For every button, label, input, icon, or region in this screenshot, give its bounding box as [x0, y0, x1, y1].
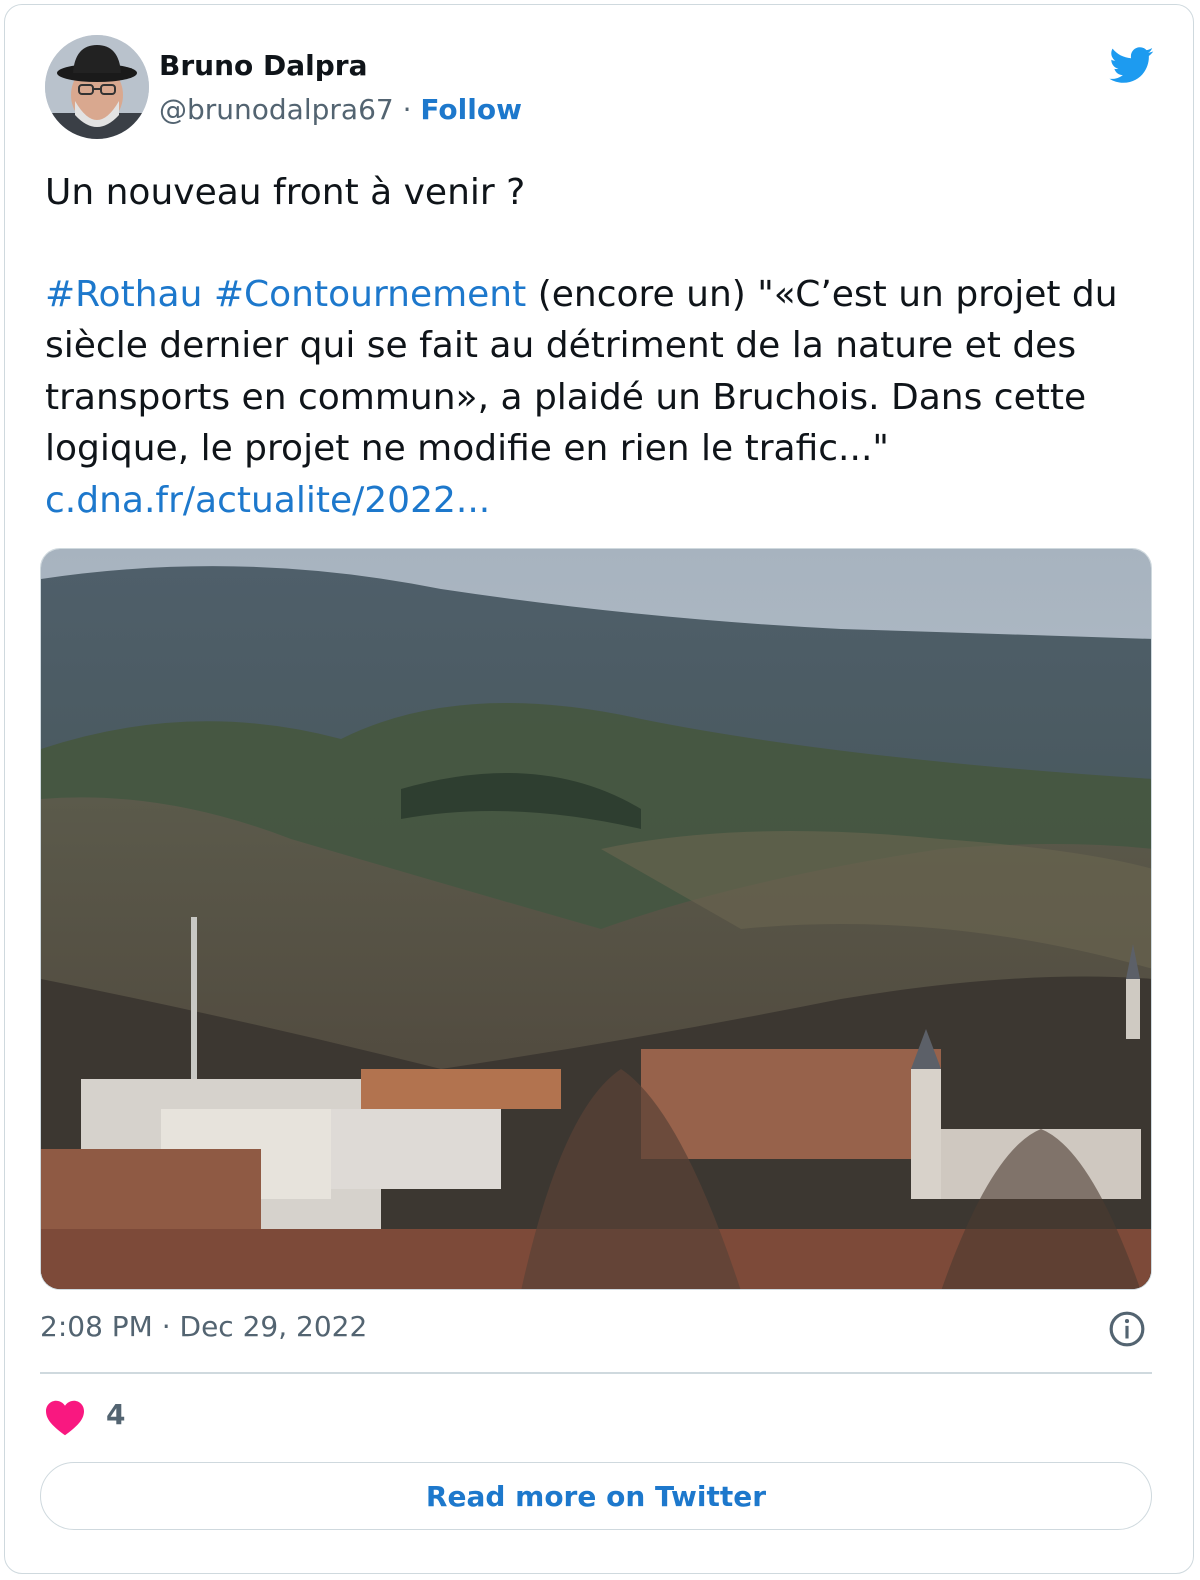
hashtag-rothau[interactable]: #Rothau	[45, 274, 202, 315]
avatar[interactable]	[45, 35, 149, 139]
article-link[interactable]: c.dna.fr/actualite/2022...	[45, 480, 490, 521]
info-icon[interactable]	[1108, 1310, 1146, 1348]
hashtag-contournement[interactable]: #Contournement	[214, 274, 526, 315]
author-handle-line: @brunodalpra67 · Follow	[159, 93, 522, 126]
handle-separator: ·	[393, 93, 421, 126]
tweet-body-text: (encore un) "«C’est un projet du siècle …	[45, 273, 1118, 470]
valley-village-image	[41, 549, 1151, 1289]
tweet-text-line1: Un nouveau front à venir ?	[45, 172, 526, 213]
avatar-image	[45, 35, 149, 139]
twitter-bird-icon[interactable]	[1105, 43, 1159, 87]
follow-button[interactable]: Follow	[420, 93, 522, 126]
author-name[interactable]: Bruno Dalpra	[159, 49, 367, 82]
tweet-timestamp[interactable]: 2:08 PM · Dec 29, 2022	[40, 1310, 367, 1343]
divider	[40, 1372, 1152, 1374]
tweet-text-paragraph: #Rothau #Contournement (encore un) "«C’e…	[45, 269, 1155, 527]
heart-icon[interactable]	[44, 1398, 86, 1436]
tweet-text: Un nouveau front à venir ? #Rothau #Cont…	[45, 167, 1155, 526]
like-count: 4	[106, 1398, 126, 1431]
author-handle[interactable]: @brunodalpra67	[159, 93, 394, 126]
tweet-photo[interactable]	[40, 548, 1152, 1290]
read-more-button[interactable]: Read more on Twitter	[40, 1462, 1152, 1530]
